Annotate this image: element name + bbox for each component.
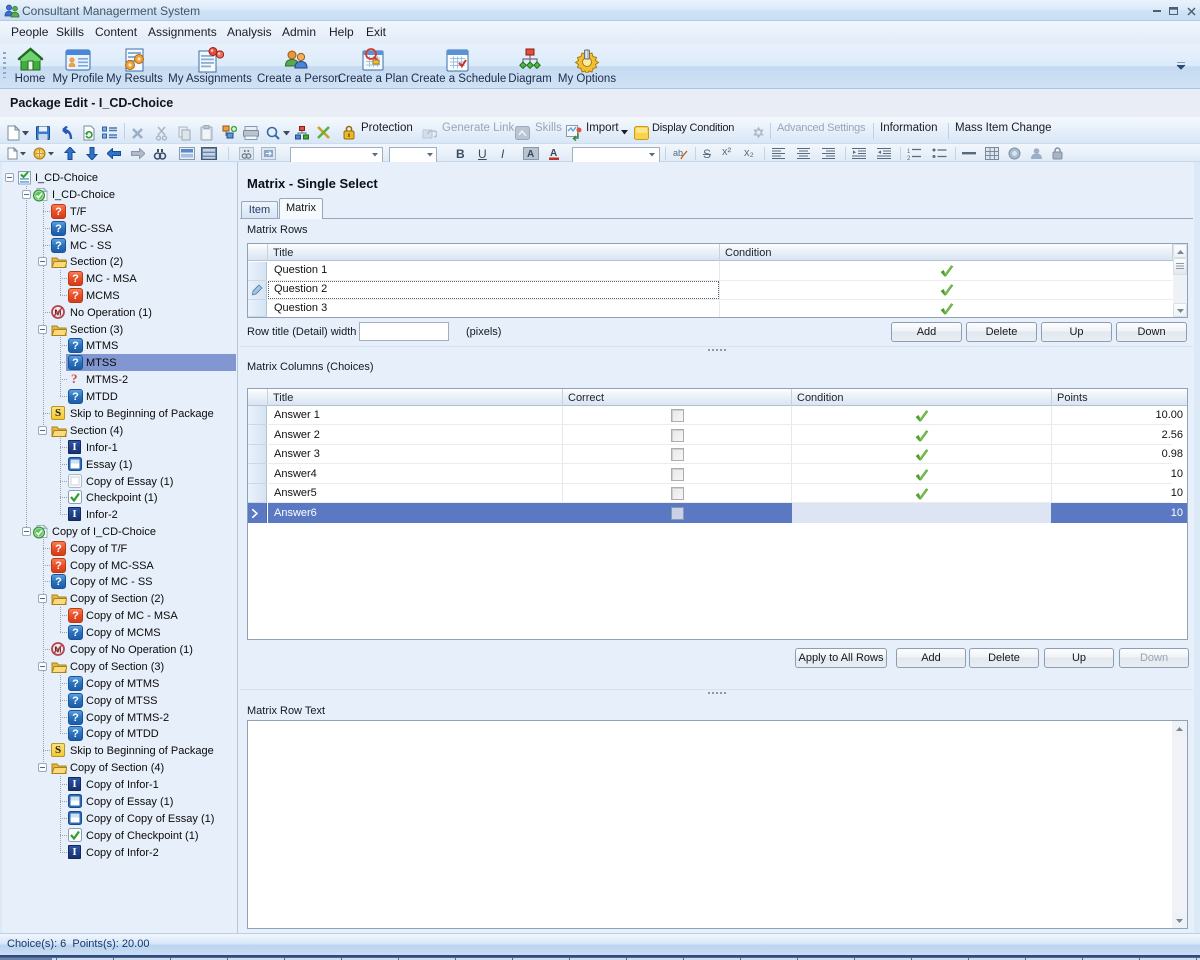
- svg-text:A: A: [550, 148, 557, 159]
- svg-text:1: 1: [907, 149, 911, 155]
- svg-text:2: 2: [907, 156, 911, 160]
- svg-text:ab: ab: [673, 148, 683, 158]
- svg-text:A: A: [527, 149, 534, 160]
